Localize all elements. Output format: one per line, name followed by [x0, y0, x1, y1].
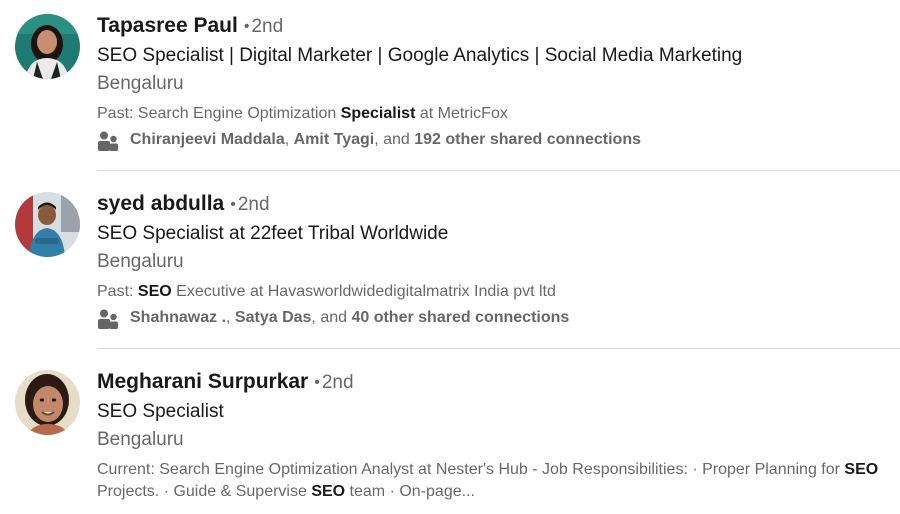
shared-connections-count-link[interactable]: 40 other shared connections [351, 309, 569, 326]
profile-summary: Current: Search Engine Optimization Anal… [97, 459, 887, 503]
profile-name-link[interactable]: syed abdulla [97, 192, 224, 215]
profile-summary: Past: SEO Executive at Havasworldwidedig… [97, 281, 887, 303]
summary-text: Past: [97, 283, 138, 300]
connection-separator: , and [311, 309, 352, 326]
shared-connection-link[interactable]: Chiranjeevi Maddala [130, 131, 285, 148]
separator-dot: • [230, 196, 236, 213]
profile-name-link[interactable]: Megharani Surpurkar [97, 370, 308, 393]
connection-separator: , and [374, 131, 415, 148]
summary-text: Past: Search Engine Optimization [97, 105, 341, 122]
name-line: syed abdulla • 2nd [97, 190, 900, 218]
profile-location: Bengaluru [97, 73, 184, 94]
profile-headline: SEO Specialist [97, 401, 224, 422]
connection-degree: 2nd [321, 372, 354, 393]
connection-degree: 2nd [251, 16, 284, 37]
summary-text: Current: Search Engine Optimization Anal… [97, 461, 845, 478]
avatar[interactable] [15, 192, 80, 257]
profile-headline: SEO Specialist at 22feet Tribal Worldwid… [97, 223, 449, 244]
shared-connections: Shahnawaz ., Satya Das, and 40 other sha… [97, 307, 900, 329]
profile-location: Bengaluru [97, 251, 184, 272]
shared-connections: Chiranjeevi Maddala, Amit Tyagi, and 192… [97, 129, 900, 151]
profile-summary: Past: Search Engine Optimization Special… [97, 103, 887, 125]
shared-connection-link[interactable]: Shahnawaz . [130, 309, 226, 326]
summary-text: Projects. · Guide & Supervise [97, 483, 312, 500]
summary-highlight: SEO [844, 461, 879, 478]
name-line: Tapasree Paul • 2nd [97, 12, 900, 40]
avatar[interactable] [15, 14, 80, 79]
search-results-list: Tapasree Paul • 2nd SEO Specialist | Digit… [0, 0, 900, 514]
profile-headline: SEO Specialist | Digital Marketer | Goog… [97, 45, 743, 66]
name-line: Megharani Surpurkar • 2nd [97, 368, 900, 396]
profile-photo-icon [15, 14, 80, 79]
divider [97, 348, 900, 349]
profile-photo-icon [15, 370, 80, 435]
separator-dot: • [314, 374, 320, 391]
shared-connection-link[interactable]: Amit Tyagi [294, 131, 375, 148]
summary-highlight: SEO [137, 283, 172, 300]
connection-separator: , [226, 309, 235, 326]
profile-photo-icon [15, 192, 80, 257]
shared-connection-link[interactable]: Satya Das [235, 309, 312, 326]
connection-separator: , [284, 131, 294, 148]
shared-connections-count-link[interactable]: 192 other shared connections [414, 131, 641, 148]
connection-degree: 2nd [237, 194, 270, 215]
summary-text: at MetricFox [415, 105, 508, 122]
avatar[interactable] [15, 370, 80, 435]
people-icon [98, 309, 118, 329]
people-icon [98, 131, 118, 151]
profile-location: Bengaluru [97, 429, 184, 450]
summary-highlight: SEO [311, 483, 346, 500]
divider [97, 170, 900, 171]
summary-highlight: Specialist [340, 105, 416, 122]
summary-text: team · On-page... [345, 483, 475, 500]
summary-text: Executive at Havasworldwidedigitalmatrix… [171, 283, 556, 300]
separator-dot: • [243, 18, 250, 35]
profile-name-link[interactable]: Tapasree Paul [97, 14, 238, 37]
